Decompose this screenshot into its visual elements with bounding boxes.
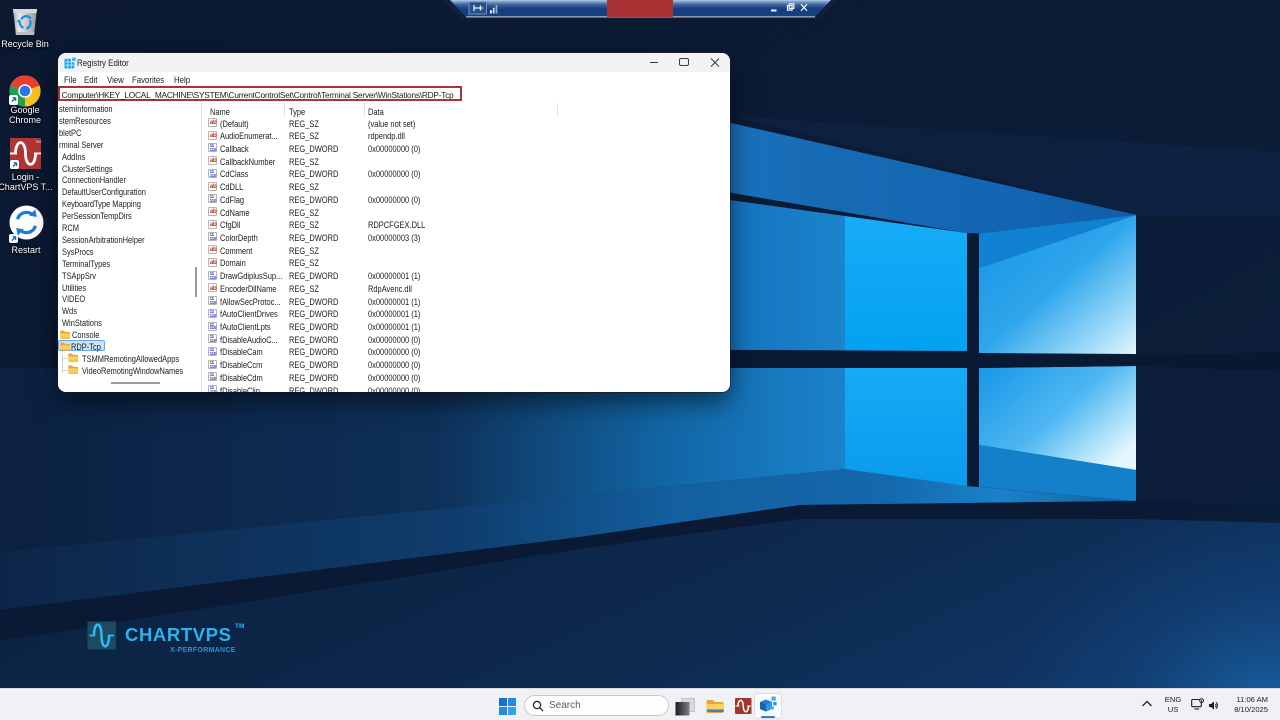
svg-text:TM: TM: [35, 139, 41, 144]
